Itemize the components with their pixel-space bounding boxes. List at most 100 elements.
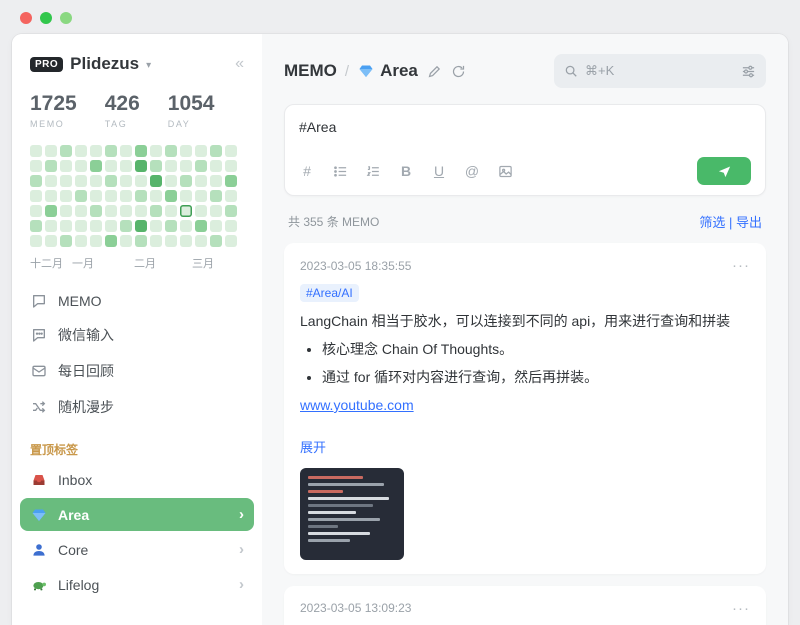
sidebar-item-微信输入[interactable]: 微信输入 bbox=[30, 317, 244, 353]
minimize-window-button[interactable] bbox=[40, 12, 52, 24]
heatmap-cell bbox=[75, 205, 87, 217]
memo-list: 2023-03-05 18:35:55 ···#Area/AILangChain… bbox=[284, 243, 766, 625]
month-label: 二月 bbox=[134, 255, 156, 271]
more-icon[interactable]: ··· bbox=[732, 600, 750, 617]
ordered-list-icon[interactable] bbox=[365, 164, 381, 179]
month-label: 十二月 bbox=[30, 255, 63, 271]
heatmap-cell bbox=[225, 205, 237, 217]
image-icon[interactable] bbox=[497, 164, 513, 179]
heatmap-cell bbox=[165, 145, 177, 157]
sidebar-item-每日回顾[interactable]: 每日回顾 bbox=[30, 353, 244, 389]
tag-item-area[interactable]: Area› bbox=[20, 498, 254, 531]
filter-sliders-icon[interactable] bbox=[741, 64, 756, 79]
edit-title-icon[interactable] bbox=[427, 64, 442, 79]
window-controls bbox=[20, 12, 72, 24]
workspace-title[interactable]: Plidezus bbox=[70, 54, 139, 74]
sync-icon[interactable] bbox=[451, 64, 466, 79]
heatmap-cell bbox=[105, 145, 117, 157]
heatmap-cell bbox=[60, 175, 72, 187]
bold-icon[interactable]: B bbox=[398, 163, 414, 179]
menu-item-label: 随机漫步 bbox=[58, 397, 114, 417]
zoom-window-button[interactable] bbox=[60, 12, 72, 24]
heatmap-cell bbox=[195, 220, 207, 232]
inbox-icon bbox=[30, 472, 48, 488]
memo-text: LangChain 相当于胶水，可以连接到不同的 api，用来进行查询和拼装 bbox=[300, 310, 750, 332]
breadcrumb-gem-slot bbox=[357, 63, 375, 79]
filter-link[interactable]: 筛选 bbox=[699, 215, 725, 230]
heatmap-cell bbox=[45, 160, 57, 172]
mention-icon[interactable]: @ bbox=[464, 163, 480, 179]
heatmap-cell bbox=[195, 205, 207, 217]
tag-list: InboxArea›Core›Lifelog› bbox=[30, 464, 244, 601]
heatmap-month-labels: 十二月一月二月三月 bbox=[30, 255, 244, 271]
heatmap-cell bbox=[195, 145, 207, 157]
app-window: PRO Plidezus ▾ « 1725 MEMO426 TAG1054 DA… bbox=[12, 34, 788, 625]
memo-editor: #Area # B U @ bbox=[284, 104, 766, 196]
search-input[interactable]: ⌘+K bbox=[554, 54, 766, 88]
heatmap-cell bbox=[150, 190, 162, 202]
heatmap-cell bbox=[105, 205, 117, 217]
heatmap-cell bbox=[90, 235, 102, 247]
tag-item-inbox[interactable]: Inbox bbox=[20, 464, 254, 496]
heatmap-cell bbox=[165, 160, 177, 172]
heatmap-cell bbox=[210, 145, 222, 157]
send-button[interactable] bbox=[697, 157, 751, 185]
thumbnail-text-line bbox=[308, 532, 370, 535]
close-window-button[interactable] bbox=[20, 12, 32, 24]
heatmap-cell bbox=[150, 220, 162, 232]
heatmap-cell bbox=[210, 190, 222, 202]
export-link[interactable]: 导出 bbox=[736, 215, 762, 230]
underline-icon[interactable]: U bbox=[431, 163, 447, 179]
sidebar-item-memo[interactable]: MEMO bbox=[30, 285, 244, 317]
heatmap-cell bbox=[105, 175, 117, 187]
tag-item-lifelog[interactable]: Lifelog› bbox=[20, 568, 254, 601]
heatmap-cell bbox=[165, 175, 177, 187]
editor-toolbar: # B U @ bbox=[299, 157, 751, 185]
memo-image-thumbnail[interactable] bbox=[300, 468, 404, 560]
collapse-sidebar-icon[interactable]: « bbox=[235, 55, 244, 73]
menu-item-label: 微信输入 bbox=[58, 325, 114, 345]
chevron-right-icon[interactable]: › bbox=[239, 576, 244, 593]
thumbnail-text-line bbox=[308, 483, 384, 486]
memo-link[interactable]: www.youtube.com bbox=[300, 397, 414, 413]
bullet-list-icon[interactable] bbox=[332, 164, 348, 179]
breadcrumb-root[interactable]: MEMO bbox=[284, 61, 337, 81]
heatmap-cell bbox=[165, 205, 177, 217]
activity-heatmap bbox=[30, 145, 244, 247]
heatmap-cell bbox=[60, 190, 72, 202]
heatmap-cell bbox=[45, 175, 57, 187]
tag-label: Inbox bbox=[58, 472, 92, 488]
sidebar-item-随机漫步[interactable]: 随机漫步 bbox=[30, 389, 244, 425]
editor-input[interactable]: #Area bbox=[299, 119, 751, 143]
stat-tag: 426 TAG bbox=[105, 92, 140, 129]
heatmap-cell bbox=[150, 175, 162, 187]
thumbnail-text-line bbox=[308, 490, 343, 493]
memo-tag-chip[interactable]: #Area/AI bbox=[300, 284, 359, 302]
heatmap-cell bbox=[75, 175, 87, 187]
walk-icon bbox=[30, 399, 48, 415]
hash-icon[interactable]: # bbox=[299, 163, 315, 179]
expand-link[interactable]: 展开 bbox=[300, 437, 750, 456]
memo-count: 共 355 条 MEMO bbox=[288, 213, 379, 230]
chevron-down-icon[interactable]: ▾ bbox=[146, 60, 151, 71]
heatmap-cell bbox=[195, 175, 207, 187]
chevron-right-icon[interactable]: › bbox=[239, 506, 244, 523]
heatmap-cell bbox=[180, 145, 192, 157]
heatmap-cell bbox=[120, 235, 132, 247]
heatmap-cell bbox=[135, 175, 147, 187]
month-label: 三月 bbox=[192, 255, 214, 271]
main-area: MEMO / Area ⌘+K #Area bbox=[262, 34, 788, 625]
heatmap-cell bbox=[225, 145, 237, 157]
heatmap-cell bbox=[90, 175, 102, 187]
heatmap-cell bbox=[90, 160, 102, 172]
thumbnail-text-line bbox=[308, 539, 350, 542]
heatmap-cell bbox=[225, 235, 237, 247]
stat-label: MEMO bbox=[30, 119, 77, 129]
chevron-right-icon[interactable]: › bbox=[239, 541, 244, 558]
heatmap-cell bbox=[165, 235, 177, 247]
more-icon[interactable]: ··· bbox=[732, 257, 750, 274]
tag-item-core[interactable]: Core› bbox=[20, 533, 254, 566]
memo-card: 2023-03-05 18:35:55 ···#Area/AILangChain… bbox=[284, 243, 766, 574]
heatmap-cell bbox=[180, 160, 192, 172]
breadcrumb-current: Area bbox=[380, 61, 418, 81]
